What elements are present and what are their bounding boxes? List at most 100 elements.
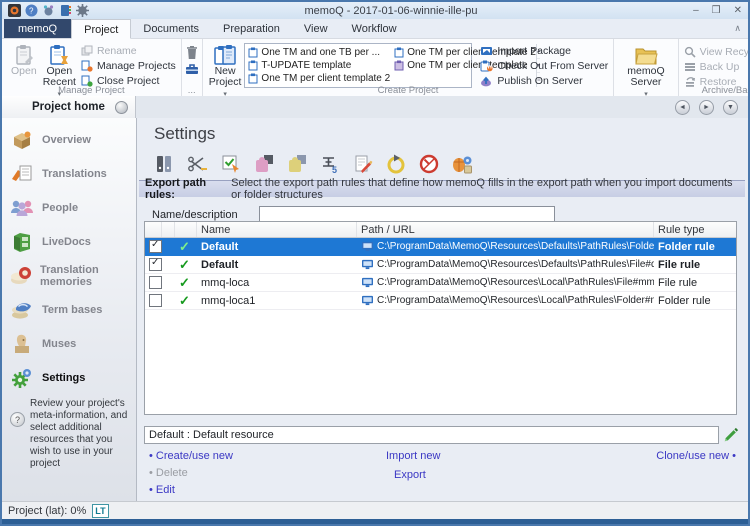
- import-new-link[interactable]: Import new: [386, 450, 611, 463]
- server-folder-icon: [634, 42, 658, 66]
- template-item[interactable]: T-UPDATE template: [248, 59, 390, 72]
- options-gear-icon[interactable]: [76, 4, 89, 17]
- general-settings-icon[interactable]: [151, 151, 178, 177]
- column-header-name[interactable]: Name: [197, 222, 357, 237]
- valid-check-icon: ✓: [179, 240, 190, 253]
- tab-documents[interactable]: Documents: [131, 19, 211, 38]
- path-rules-table: Name Path / URL Rule type ✓ Default C:\P…: [144, 221, 737, 415]
- create-use-new-link[interactable]: Create/use new: [149, 450, 386, 463]
- edit-description-icon[interactable]: [722, 426, 740, 444]
- row-checkbox[interactable]: [149, 294, 162, 307]
- table-row[interactable]: ✓ Default C:\ProgramData\MemoQ\Resources…: [145, 256, 736, 274]
- tab-view[interactable]: View: [292, 19, 340, 38]
- rule-path: C:\ProgramData\MemoQ\Resources\Local\Pat…: [377, 295, 654, 306]
- nav-menu-button[interactable]: ▼: [723, 100, 738, 115]
- sidebar-item-translation-memories[interactable]: Translation memories: [2, 259, 136, 293]
- resource-description-box[interactable]: Default : Default resource: [144, 426, 719, 444]
- help-icon[interactable]: ?: [25, 4, 38, 17]
- nav-forward-button[interactable]: ►: [699, 100, 714, 115]
- page-title: Settings: [154, 124, 215, 144]
- memoq-window: ? memoQ - 2017-01-06-winnie-ille-pu – ❒ …: [0, 0, 750, 526]
- project-home-sidebar: Overview Translations People LiveDocs Tr…: [2, 118, 137, 501]
- rename-button[interactable]: Rename: [81, 44, 176, 57]
- template-gallery: One TM and one TB per ... T-UPDATE templ…: [244, 43, 472, 88]
- banner-text: Select the export path rules that define…: [231, 177, 745, 201]
- table-row[interactable]: ✓ Default C:\ProgramData\MemoQ\Resources…: [145, 238, 736, 256]
- collapse-ribbon-icon[interactable]: ∧: [734, 23, 741, 34]
- project-home-tab[interactable]: Project home: [2, 96, 136, 118]
- rule-path: C:\ProgramData\MemoQ\Resources\Local\Pat…: [377, 277, 654, 288]
- export-link[interactable]: Export: [394, 469, 611, 482]
- sidebar-item-livedocs[interactable]: LiveDocs: [2, 225, 136, 259]
- table-row[interactable]: ✓ mmq-loca1 C:\ProgramData\MemoQ\Resourc…: [145, 292, 736, 310]
- template-icon: [394, 47, 404, 58]
- new-project-icon: [213, 42, 237, 66]
- number-formats-icon[interactable]: 5: [316, 151, 343, 177]
- sidebar-item-muses[interactable]: Muses: [2, 327, 136, 361]
- qa-settings-icon[interactable]: [217, 151, 244, 177]
- tab-project[interactable]: Project: [71, 19, 131, 39]
- font-substitution-icon[interactable]: [448, 151, 475, 177]
- rule-name: Default: [197, 238, 357, 255]
- memoq-logo-icon[interactable]: [8, 4, 21, 17]
- template-item[interactable]: One TM per client template 2: [248, 72, 390, 85]
- rule-name: mmq-loca: [197, 274, 357, 291]
- settings-icon: [9, 365, 35, 391]
- help-question-icon[interactable]: ?: [10, 412, 25, 427]
- sidebar-item-term-bases[interactable]: Term bases: [2, 293, 136, 327]
- sidebar-item-people[interactable]: People: [2, 191, 136, 225]
- computer-icon: [361, 277, 374, 288]
- check-out-icon: [480, 60, 493, 72]
- export-path-rules-icon[interactable]: [349, 151, 376, 177]
- maximize-button[interactable]: ❒: [712, 5, 721, 16]
- tab-memoq[interactable]: memoQ: [4, 19, 71, 38]
- tab-workflow[interactable]: Workflow: [340, 19, 409, 38]
- clone-use-new-link[interactable]: Clone/use new: [656, 450, 736, 462]
- rule-type: Folder rule: [654, 292, 736, 309]
- open-button[interactable]: Open: [8, 41, 40, 78]
- segmentation-rules-icon[interactable]: [184, 151, 211, 177]
- computer-icon: [361, 295, 374, 306]
- group-label: Create Project: [203, 85, 614, 96]
- row-checkbox[interactable]: [149, 276, 162, 289]
- open-icon: [13, 42, 35, 66]
- template-item[interactable]: One TM and one TB per ...: [248, 46, 390, 59]
- close-button[interactable]: ✕: [734, 5, 742, 16]
- column-header-path[interactable]: Path / URL: [357, 222, 654, 237]
- tab-preparation[interactable]: Preparation: [211, 19, 292, 38]
- sidebar-item-translations[interactable]: Translations: [2, 157, 136, 191]
- sidebar-item-settings[interactable]: Settings: [2, 361, 136, 395]
- export-path-rules-banner: Export path rules: Select the export pat…: [139, 180, 745, 197]
- template-icon: [248, 73, 258, 84]
- toolbox-icon[interactable]: [185, 63, 199, 75]
- delete-project-icon[interactable]: [185, 45, 199, 60]
- row-checkbox[interactable]: [149, 240, 162, 253]
- minimize-button[interactable]: –: [693, 5, 699, 16]
- ignore-lists-icon[interactable]: [415, 151, 442, 177]
- template-icon: [248, 47, 258, 58]
- row-checkbox[interactable]: [149, 258, 162, 271]
- column-header-rule-type[interactable]: Rule type: [654, 222, 736, 237]
- auto-translation-rules-icon[interactable]: [382, 151, 409, 177]
- back-up-button[interactable]: Back Up: [684, 60, 750, 73]
- tm-settings-icon[interactable]: [250, 151, 277, 177]
- table-row[interactable]: ✓ mmq-loca C:\ProgramData\MemoQ\Resource…: [145, 274, 736, 292]
- sidebar-item-overview[interactable]: Overview: [2, 123, 136, 157]
- import-package-icon: [480, 45, 493, 57]
- check-out-from-server-button[interactable]: Check Out From Server: [480, 59, 608, 72]
- group-manage-project: Open Open Recent Rename Manage Projects: [2, 39, 182, 96]
- sync-gear-icon[interactable]: [42, 4, 55, 17]
- banner-title: Export path rules:: [145, 177, 226, 201]
- tb-settings-icon[interactable]: [283, 151, 310, 177]
- edit-link[interactable]: Edit: [149, 484, 386, 497]
- import-package-button[interactable]: Import Package: [480, 44, 608, 57]
- computer-icon: [361, 241, 374, 252]
- ribbon-tab-bar: memoQ Project Documents Preparation View…: [2, 19, 748, 39]
- delete-link[interactable]: Delete: [149, 467, 386, 480]
- template-icon: [394, 60, 404, 71]
- memoq-server-button[interactable]: memoQ Server: [624, 41, 667, 101]
- manage-projects-button[interactable]: Manage Projects: [81, 59, 176, 72]
- nav-back-button[interactable]: ◄: [675, 100, 690, 115]
- view-recycle-bin-button[interactable]: View Recycle Bin: [684, 45, 750, 58]
- notebook-icon[interactable]: [59, 4, 72, 17]
